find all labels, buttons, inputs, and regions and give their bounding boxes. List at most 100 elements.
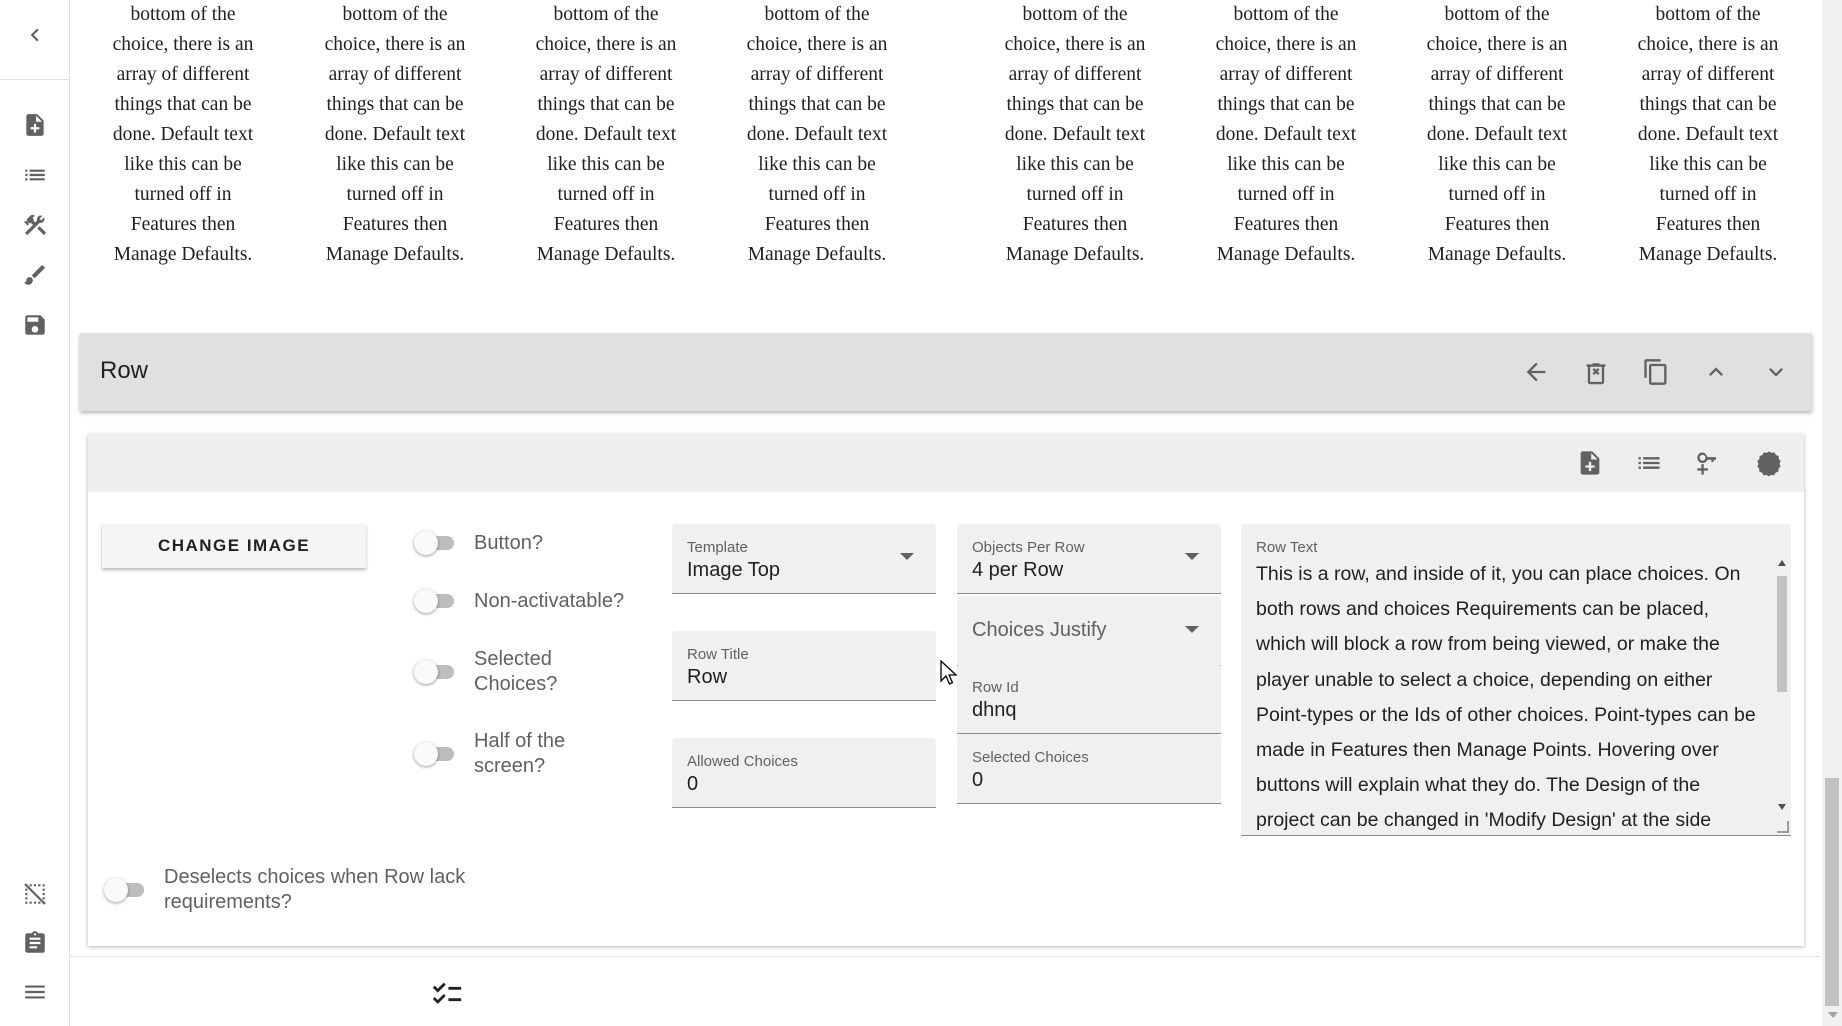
toggle-switch[interactable] (414, 658, 458, 686)
copy-icon[interactable] (1637, 353, 1675, 391)
choices-justify-select[interactable]: Choices Justify (957, 596, 1221, 666)
clipboard-icon[interactable] (17, 925, 53, 961)
brush-icon[interactable] (17, 257, 53, 293)
choice-text-line: turned off in (346, 184, 444, 205)
field-label: Objects Per Row (972, 539, 1085, 556)
choice-text-line: Manage Defaults. (325, 244, 465, 265)
choice-text-line: array of different (1430, 64, 1564, 85)
choice-text-line: Manage Defaults. (1638, 244, 1778, 265)
resize-handle[interactable] (1777, 821, 1789, 833)
choice-text-line: bottom of the (130, 4, 236, 25)
non-activatable-toggle[interactable]: Non-activatable? (414, 587, 624, 615)
row-title: Row (100, 357, 149, 384)
selected-choices-toggle[interactable]: Selected Choices? (414, 647, 557, 697)
choice-text-line: like this can be (1016, 154, 1134, 175)
chevron-left-icon[interactable] (17, 17, 53, 53)
choice-text-line: bottom of the (342, 4, 448, 25)
key-plus-icon[interactable] (1690, 444, 1728, 482)
chevron-down-icon[interactable] (1757, 353, 1795, 391)
choice-text-line: Features then (764, 214, 870, 235)
choice-text-line: choice, there is an (1004, 34, 1146, 55)
field-label: Row Id (972, 679, 1019, 696)
choice-text-line: turned off in (1659, 184, 1757, 205)
nav-rail (0, 0, 70, 1026)
hide-image-icon[interactable] (17, 876, 53, 912)
textarea-scrollbar[interactable] (1775, 554, 1789, 818)
card-toolbar (88, 434, 1804, 492)
choice-text: bottom of the choice, there is an array of… (98, 0, 268, 270)
toggle-switch[interactable] (414, 740, 458, 768)
choice-text-line: things that can be (1217, 94, 1355, 115)
toggle-label: Button? (474, 531, 543, 554)
toggle-label: Selected Choices? (474, 648, 558, 695)
field-placeholder: Choices Justify (972, 619, 1107, 641)
scroll-down-arrow-icon[interactable] (1828, 1012, 1838, 1018)
half-screen-toggle[interactable]: Half of the screen? (414, 729, 565, 779)
row-text-field[interactable]: Row Text This is a row, and inside of it… (1241, 524, 1791, 836)
choice-text: bottom of the choice, there is an array of… (1201, 0, 1371, 270)
button-toggle[interactable]: Button? (414, 529, 543, 557)
choice-text-line: bottom of the (1444, 4, 1550, 25)
rail-divider (0, 79, 69, 80)
row-settings-card: CHANGE IMAGE Button? Non-activatable? Se… (88, 434, 1804, 946)
choice-text-line: turned off in (768, 184, 866, 205)
list-icon[interactable] (1630, 444, 1668, 482)
scrollbar-thumb[interactable] (1825, 778, 1839, 1006)
menu-icon[interactable] (17, 974, 53, 1010)
choice-text-line: bottom of the (553, 4, 659, 25)
choice-text-line: things that can be (114, 94, 252, 115)
choice-text: bottom of the choice, there is an array of… (310, 0, 480, 270)
toggle-label: Half of the screen? (474, 730, 566, 777)
choice-text: bottom of the choice, there is an array of… (1623, 0, 1793, 270)
choice-text-line: turned off in (1448, 184, 1546, 205)
choice-text-line: Manage Defaults. (1427, 244, 1567, 265)
choice-text-line: things that can be (1639, 94, 1777, 115)
choice-text-line: things that can be (748, 94, 886, 115)
choice-text-line: done. Default text (1004, 124, 1146, 145)
template-select[interactable]: Template Image Top (672, 524, 936, 594)
row-title-field[interactable]: Row Title Row (672, 631, 936, 701)
note-add-icon[interactable] (1571, 444, 1609, 482)
choice-text-line: turned off in (134, 184, 232, 205)
field-label: Row Title (687, 646, 749, 663)
row-text-content[interactable]: This is a row, and inside of it, you can… (1256, 557, 1761, 835)
choice-text-line: like this can be (758, 154, 876, 175)
choice-text-line: done. Default text (324, 124, 466, 145)
field-value: dhnq (972, 699, 1017, 721)
toggle-switch[interactable] (104, 876, 148, 904)
tools-icon[interactable] (17, 207, 53, 243)
choice-text-line: Features then (1233, 214, 1339, 235)
choice-text-line: choice, there is an (1426, 34, 1568, 55)
choice-text-line: array of different (1008, 64, 1142, 85)
choice-text-line: array of different (1219, 64, 1353, 85)
cog-icon[interactable] (1750, 444, 1788, 482)
choice-text-line: bottom of the (1655, 4, 1761, 25)
toggle-label: Deselects choices when Row lack requireme… (164, 866, 466, 913)
allowed-choices-field[interactable]: Allowed Choices 0 (672, 738, 936, 808)
arrow-back-icon[interactable] (1517, 353, 1555, 391)
change-image-button[interactable]: CHANGE IMAGE (102, 524, 366, 568)
field-label: Template (687, 539, 748, 556)
list-icon[interactable] (17, 157, 53, 193)
page-scrollbar[interactable] (1822, 0, 1842, 1026)
toggle-switch[interactable] (414, 587, 458, 615)
note-add-icon[interactable] (17, 107, 53, 143)
toggle-switch[interactable] (414, 529, 458, 557)
chevron-up-icon[interactable] (1697, 353, 1735, 391)
deselect-choices-toggle[interactable]: Deselects choices when Row lack requireme… (104, 865, 465, 915)
choice-text-line: array of different (1641, 64, 1775, 85)
selected-choices-field[interactable]: Selected Choices 0 (957, 734, 1221, 804)
mouse-cursor-icon (940, 660, 958, 685)
save-icon[interactable] (17, 307, 53, 343)
objects-per-row-select[interactable]: Objects Per Row 4 per Row (957, 524, 1221, 594)
dropdown-arrow-icon (1185, 626, 1199, 633)
row-id-field[interactable]: Row Id dhnq (957, 664, 1221, 734)
delete-icon[interactable] (1577, 353, 1615, 391)
choice-text-line: done. Default text (112, 124, 254, 145)
choice-text-line: Features then (1655, 214, 1761, 235)
choice-text-line: turned off in (1237, 184, 1335, 205)
choice-text-line: bottom of the (764, 4, 870, 25)
field-value: 4 per Row (972, 559, 1064, 581)
choice-text-line: choice, there is an (1215, 34, 1357, 55)
checklist-icon[interactable] (428, 975, 466, 1013)
